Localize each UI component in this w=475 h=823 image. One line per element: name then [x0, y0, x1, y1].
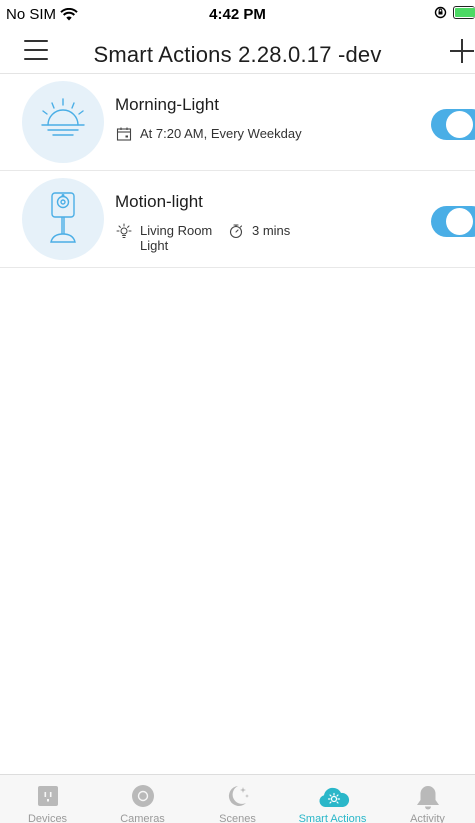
- tab-label: Activity: [410, 813, 445, 823]
- action-schedule: At 7:20 AM, Every Weekday: [116, 126, 302, 142]
- status-right: [434, 6, 475, 19]
- smart-actions-screen: No SIM 4:42 PM Smart Actions 2.28.0.17 -…: [0, 0, 475, 823]
- add-action-button[interactable]: [447, 36, 475, 66]
- action-duration: 3 mins: [228, 223, 290, 239]
- tab-cameras[interactable]: Cameras: [95, 775, 190, 823]
- smart-action-row[interactable]: Motion-light Living Room Light 3 mins: [0, 171, 475, 268]
- motion-camera-icon: [50, 192, 76, 243]
- schedule-text: At 7:20 AM, Every Weekday: [140, 126, 302, 141]
- tab-label: Devices: [27, 813, 68, 823]
- timer-icon: [229, 224, 243, 239]
- calendar-icon: [116, 127, 132, 141]
- action-name: Morning-Light: [115, 95, 219, 114]
- action-enabled-toggle[interactable]: [431, 206, 475, 237]
- tab-activity[interactable]: Activity: [380, 775, 475, 823]
- tab-label: Smart Actions: [298, 813, 367, 823]
- tab-devices[interactable]: Devices: [0, 775, 95, 823]
- sunrise-thumbnail: [22, 81, 104, 163]
- camera-icon: [132, 785, 154, 807]
- action-device: Living Room Light: [116, 223, 222, 253]
- tab-label: Scenes: [219, 813, 256, 823]
- tab-label: Cameras: [120, 813, 165, 823]
- light-bulb-icon: [116, 223, 132, 238]
- moon-icon: [228, 786, 249, 806]
- tab-bar: Devices Cameras Scenes Smart Actions Act…: [0, 774, 475, 823]
- outlet-icon: [38, 786, 58, 806]
- duration-text: 3 mins: [252, 223, 291, 238]
- toggle-knob: [446, 208, 473, 235]
- tab-scenes[interactable]: Scenes: [190, 775, 285, 823]
- toggle-knob: [446, 111, 473, 138]
- cloud-sun-icon: [319, 787, 350, 807]
- bell-icon: [417, 786, 439, 810]
- orientation-lock-icon: [434, 6, 447, 19]
- sunrise-icon: [41, 98, 85, 136]
- page-title: Smart Actions 2.28.0.17 -dev: [93, 42, 382, 67]
- tab-smart-actions[interactable]: Smart Actions: [285, 775, 380, 823]
- camera-thumbnail: [22, 178, 104, 260]
- nav-bar: Smart Actions 2.28.0.17 -dev: [0, 32, 475, 74]
- status-time: 4:42 PM: [209, 6, 266, 23]
- status-bar: No SIM 4:42 PM: [0, 0, 475, 32]
- plus-icon: [450, 39, 474, 63]
- smart-action-list: Morning-Light At 7:20 AM, Every Weekday: [0, 74, 475, 268]
- device-text: Living Room Light: [140, 223, 213, 253]
- smart-action-row[interactable]: Morning-Light At 7:20 AM, Every Weekday: [0, 74, 475, 171]
- action-name: Motion-light: [115, 192, 203, 211]
- battery-icon: [453, 6, 475, 19]
- action-enabled-toggle[interactable]: [431, 109, 475, 140]
